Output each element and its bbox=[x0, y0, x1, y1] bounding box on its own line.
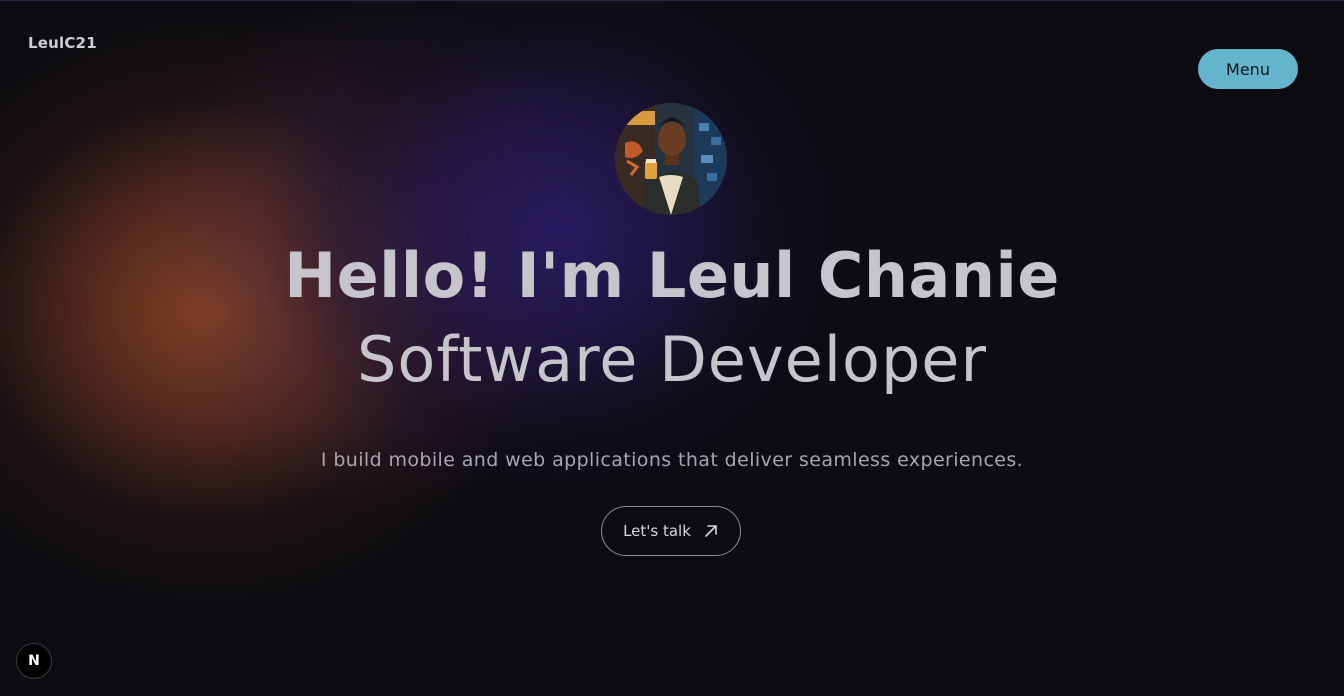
hero-subtitle: Software Developer bbox=[357, 323, 987, 396]
hero-title: Hello! I'm Leul Chanie bbox=[284, 239, 1060, 312]
profile-avatar bbox=[615, 103, 727, 215]
top-border bbox=[0, 0, 1344, 1]
nextjs-icon[interactable]: N bbox=[16, 643, 52, 679]
arrow-up-right-icon bbox=[703, 523, 719, 539]
lets-talk-button[interactable]: Let's talk bbox=[601, 506, 741, 556]
lets-talk-label: Let's talk bbox=[623, 522, 691, 540]
landing-page: LeulC21 Menu Hello! I'm Leul Chanie Soft… bbox=[0, 0, 1344, 696]
site-logo[interactable]: LeulC21 bbox=[28, 34, 97, 52]
hero-tagline: I build mobile and web applications that… bbox=[320, 449, 1024, 471]
nextjs-badge-label: N bbox=[28, 653, 40, 669]
profile-avatar-illustration bbox=[615, 103, 727, 215]
menu-button[interactable]: Menu bbox=[1198, 49, 1298, 89]
